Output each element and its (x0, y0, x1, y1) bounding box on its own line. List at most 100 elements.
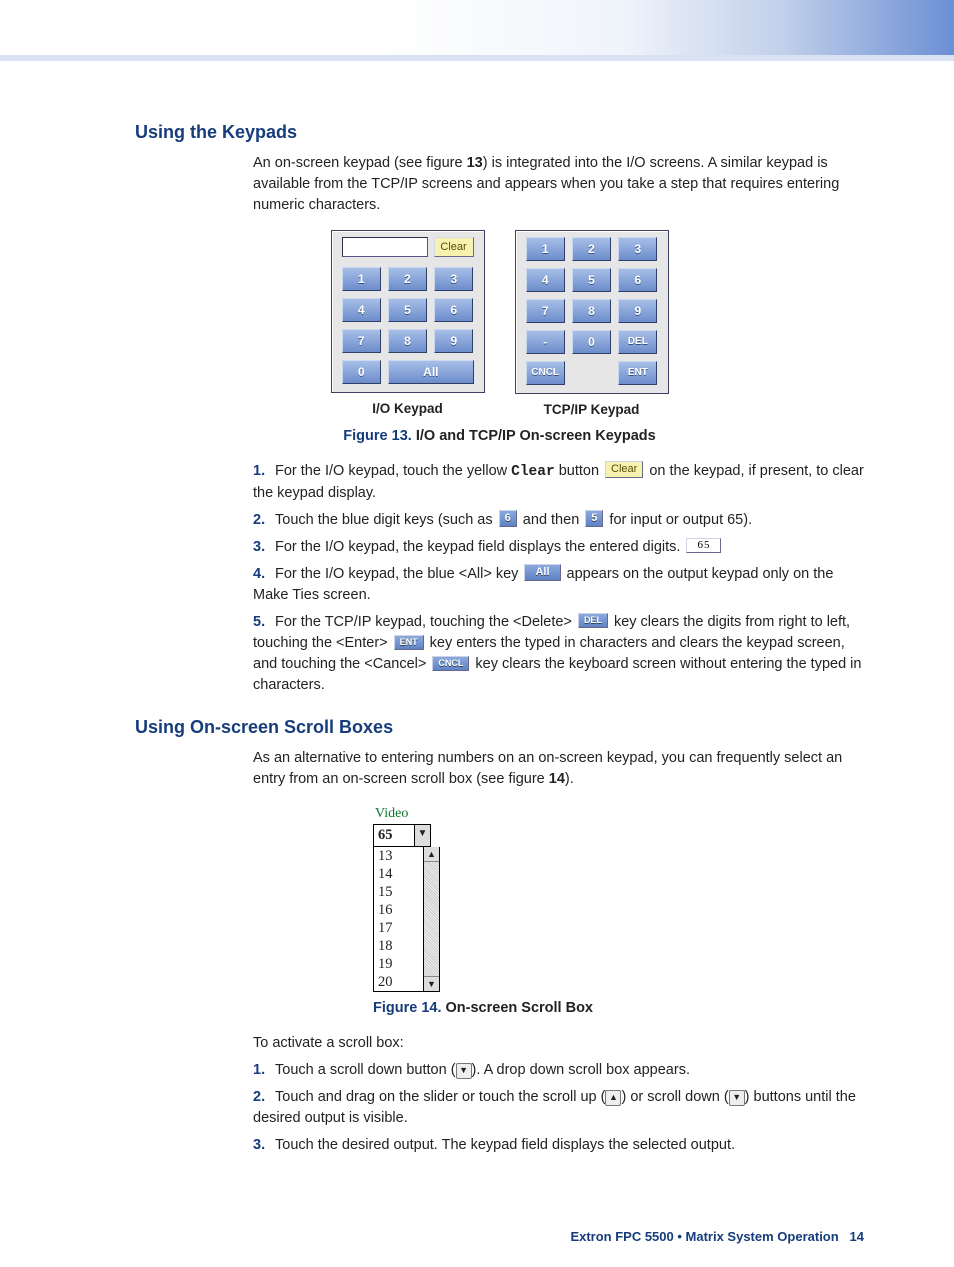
text: Touch the blue digit keys (such as (275, 512, 497, 528)
step-sb-1: 1.Touch a scroll down button (▼). A drop… (253, 1060, 864, 1081)
step-2: 2.Touch the blue digit keys (such as 6 a… (253, 510, 864, 531)
step-1: 1.For the I/O keypad, touch the yellow C… (253, 461, 864, 504)
text: An on-screen keypad (see figure (253, 155, 467, 171)
list-item[interactable]: 17 (378, 919, 419, 937)
scroll-up-icon[interactable]: ▲ (424, 847, 439, 862)
step-num-2: 2. (253, 510, 275, 531)
io-key-7[interactable]: 7 (342, 329, 381, 353)
fig-ref-13: 13 (467, 155, 483, 171)
inline-field-65: 65 (686, 538, 721, 553)
footer-text: Extron FPC 5500 • Matrix System Operatio… (570, 1229, 838, 1244)
inline-key-5[interactable]: 5 (585, 510, 603, 527)
io-keypad-panel: Clear 1 2 3 4 5 6 7 8 9 0 All (331, 230, 485, 393)
inline-key-6[interactable]: 6 (499, 510, 517, 527)
text: ) or scroll down ( (621, 1089, 728, 1105)
tcp-key-dash[interactable]: - (526, 330, 565, 354)
text: Touch a scroll down button ( (275, 1062, 456, 1078)
step-num-4: 4. (253, 564, 275, 585)
text: and then (519, 512, 584, 528)
tcp-key-1[interactable]: 1 (526, 237, 565, 261)
page-number: 14 (850, 1229, 864, 1244)
clear-literal: Clear (511, 464, 555, 480)
text: For the I/O keypad, the blue <All> key (275, 566, 522, 582)
io-key-all[interactable]: All (388, 360, 473, 384)
page-content: Using the Keypads An on-screen keypad (s… (0, 61, 954, 1198)
heading-scrollboxes: Using On-screen Scroll Boxes (135, 714, 864, 740)
scrollbox-list[interactable]: 13 14 15 16 17 18 19 20 (373, 847, 424, 992)
intro-scrollboxes: As an alternative to entering numbers on… (253, 748, 864, 790)
step-sb-2: 2.Touch and drag on the slider or touch … (253, 1087, 864, 1129)
scrollbox-dropdown-button[interactable]: ▼ (415, 824, 431, 847)
fig-ref-14: 14 (549, 771, 565, 787)
io-key-3[interactable]: 3 (434, 267, 473, 291)
tcp-key-ent[interactable]: ENT (618, 361, 657, 385)
step-4: 4.For the I/O keypad, the blue <All> key… (253, 564, 864, 606)
figure-14-caption: Figure 14. On-screen Scroll Box (373, 998, 864, 1019)
io-key-5[interactable]: 5 (388, 298, 427, 322)
intro-keypads: An on-screen keypad (see figure 13) is i… (253, 153, 864, 216)
figure-14-scrollbox: Video 65 ▼ 13 14 15 16 17 18 19 20 ▲ ▼ (373, 804, 864, 992)
scrollbox-selected[interactable]: 65 (373, 824, 415, 847)
tcp-key-6[interactable]: 6 (618, 268, 657, 292)
scrollbox-scrollbar[interactable]: ▲ ▼ (424, 847, 440, 992)
tcp-key-5[interactable]: 5 (572, 268, 611, 292)
io-key-4[interactable]: 4 (342, 298, 381, 322)
step-sb-3: 3.Touch the desired output. The keypad f… (253, 1135, 864, 1156)
step-num-1: 1. (253, 461, 275, 482)
tcp-keypad-panel: 1 2 3 4 5 6 7 8 9 - 0 DEL CNCL ENT (515, 230, 669, 394)
heading-keypads: Using the Keypads (135, 119, 864, 145)
io-keypad-caption: I/O Keypad (331, 399, 485, 419)
tcp-key-0[interactable]: 0 (572, 330, 611, 354)
tcp-key-del[interactable]: DEL (618, 330, 657, 354)
tcp-key-4[interactable]: 4 (526, 268, 565, 292)
tcp-key-cncl[interactable]: CNCL (526, 361, 565, 385)
tcp-keypad-column: 1 2 3 4 5 6 7 8 9 - 0 DEL CNCL ENT TC (515, 230, 669, 420)
inline-del-button[interactable]: DEL (578, 613, 608, 628)
text: For the I/O keypad, the keypad field dis… (275, 539, 684, 555)
fig13-label: Figure 13. (343, 428, 412, 444)
inline-scroll-up-icon[interactable]: ▲ (605, 1090, 621, 1106)
inline-cncl-button[interactable]: CNCL (432, 656, 469, 671)
step-num-3: 3. (253, 537, 275, 558)
list-item[interactable]: 13 (378, 847, 419, 865)
steps-keypad: 1.For the I/O keypad, touch the yellow C… (253, 461, 864, 696)
inline-scroll-down-icon[interactable]: ▼ (456, 1063, 472, 1079)
inline-clear-button[interactable]: Clear (605, 461, 643, 478)
scroll-down-icon[interactable]: ▼ (424, 976, 439, 991)
text: For the I/O keypad, touch the yellow (275, 463, 511, 479)
list-item[interactable]: 19 (378, 955, 419, 973)
tcp-key-7[interactable]: 7 (526, 299, 565, 323)
io-key-2[interactable]: 2 (388, 267, 427, 291)
step-5: 5.For the TCP/IP keypad, touching the <D… (253, 612, 864, 696)
tcp-key-3[interactable]: 3 (618, 237, 657, 261)
text: Touch and drag on the slider or touch th… (275, 1089, 605, 1105)
text: Touch the desired output. The keypad fie… (275, 1137, 735, 1153)
io-key-1[interactable]: 1 (342, 267, 381, 291)
scrollbox-label: Video (375, 804, 864, 824)
inline-scroll-down-icon[interactable]: ▼ (729, 1090, 745, 1106)
fig13-title: I/O and TCP/IP On-screen Keypads (416, 428, 656, 444)
inline-all-button[interactable]: All (524, 564, 560, 581)
list-item[interactable]: 16 (378, 901, 419, 919)
fig14-label: Figure 14. (373, 1000, 442, 1016)
activate-intro: To activate a scroll box: (253, 1033, 864, 1054)
io-keypad-display[interactable] (342, 237, 428, 257)
inline-ent-button[interactable]: ENT (394, 635, 424, 650)
io-clear-button[interactable]: Clear (434, 237, 474, 257)
list-item[interactable]: 18 (378, 937, 419, 955)
step-num: 3. (253, 1135, 275, 1156)
step-num: 1. (253, 1060, 275, 1081)
io-key-8[interactable]: 8 (388, 329, 427, 353)
tcp-key-2[interactable]: 2 (572, 237, 611, 261)
header-banner (0, 0, 954, 61)
io-key-0[interactable]: 0 (342, 360, 382, 384)
list-item[interactable]: 15 (378, 883, 419, 901)
list-item[interactable]: 20 (378, 973, 419, 991)
step-num-5: 5. (253, 612, 275, 633)
text: for input or output 65). (605, 512, 752, 528)
list-item[interactable]: 14 (378, 865, 419, 883)
io-key-6[interactable]: 6 (434, 298, 473, 322)
tcp-key-8[interactable]: 8 (572, 299, 611, 323)
tcp-key-9[interactable]: 9 (618, 299, 657, 323)
io-key-9[interactable]: 9 (434, 329, 473, 353)
